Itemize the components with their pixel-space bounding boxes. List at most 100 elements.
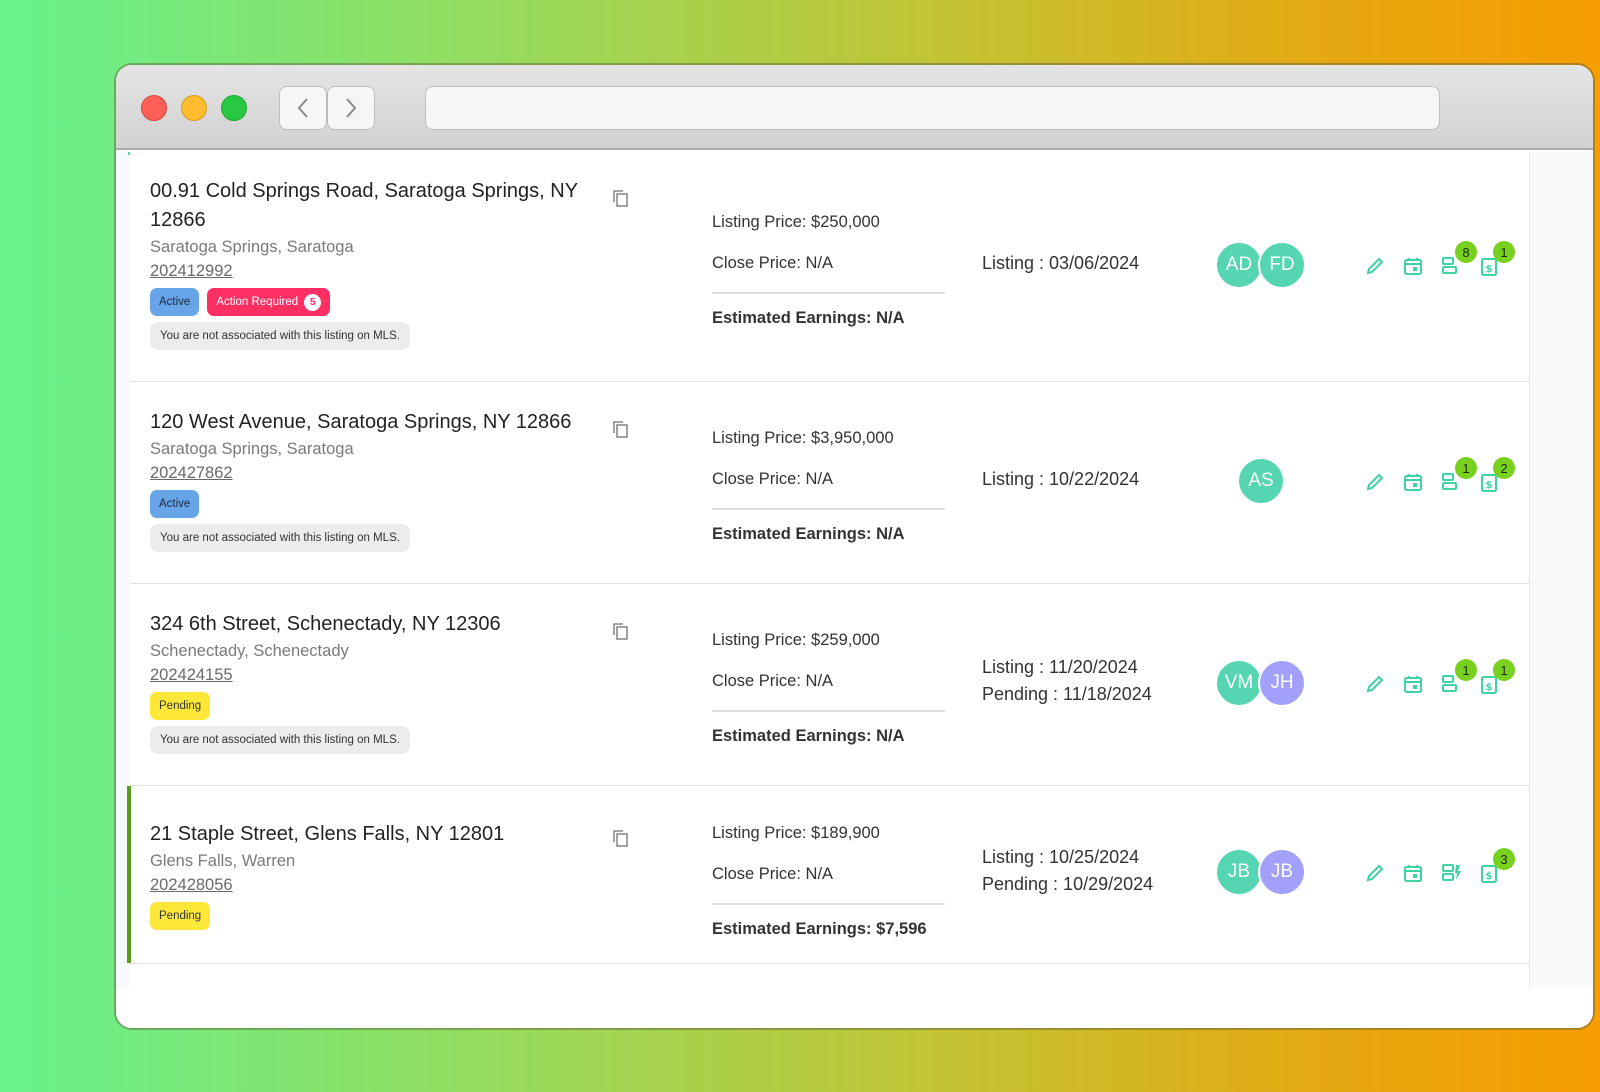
back-button[interactable]	[279, 86, 327, 130]
listing-address: 120 West Avenue, Saratoga Springs, NY 12…	[150, 411, 572, 433]
listing-locality: Glens Falls, Warren	[150, 852, 296, 870]
mls-number-link[interactable]: 202412992	[150, 259, 233, 283]
avatar[interactable]: VM	[1215, 659, 1263, 707]
copy-address-button[interactable]	[610, 187, 632, 209]
action-required-badge[interactable]: Action Required 5	[207, 288, 331, 316]
avatar[interactable]: JB	[1258, 848, 1306, 896]
estimated-earnings: Estimated Earnings: $7,596	[712, 919, 927, 938]
mls-number-link[interactable]: 202427862	[150, 461, 233, 485]
tasks-button[interactable]: 1	[1440, 659, 1477, 695]
listing-address: 21 Staple Street, Glens Falls, NY 12801	[150, 823, 505, 845]
listing-price: Listing Price: $3,950,000	[712, 429, 894, 447]
agent-avatars: VM JH	[1215, 659, 1306, 707]
listing-row-selected: 21 Staple Street, Glens Falls, NY 12801 …	[127, 786, 1530, 964]
title-bar	[116, 65, 1593, 150]
close-window-button[interactable]	[141, 95, 167, 121]
listing-price: Listing Price: $189,900	[712, 824, 880, 842]
agent-avatars: AD FD	[1215, 241, 1306, 289]
listing-row: 324 6th Street, Schenectady, NY 12306 Sc…	[130, 584, 1530, 786]
divider	[712, 710, 945, 712]
status-badge: Pending	[150, 692, 211, 720]
pending-date: Pending : 10/29/2024	[982, 874, 1154, 894]
svg-text:$: $	[1486, 682, 1493, 693]
close-price: Close Price: N/A	[712, 672, 834, 690]
listing-row: 00.91 Cold Springs Road, Saratoga Spring…	[130, 152, 1530, 382]
documents-count-badge: 1	[1493, 241, 1515, 263]
tasks-button[interactable]: 8	[1440, 241, 1477, 277]
tasks-count-badge: 1	[1455, 457, 1477, 479]
listing-locality: Saratoga Springs, Saratoga	[150, 238, 354, 256]
listing-date: Listing : 03/06/2024	[982, 253, 1140, 273]
estimated-earnings: Estimated Earnings: N/A	[712, 308, 905, 327]
svg-text:$: $	[1486, 871, 1493, 882]
copy-icon	[613, 421, 628, 438]
copy-address-button[interactable]	[610, 418, 632, 440]
tasks-button[interactable]: 1	[1440, 457, 1477, 493]
listing-price: Listing Price: $259,000	[712, 631, 880, 649]
page-content: 00.91 Cold Springs Road, Saratoga Spring…	[116, 152, 1593, 1028]
close-price: Close Price: N/A	[712, 254, 834, 272]
calendar-icon	[1404, 258, 1422, 275]
divider	[712, 508, 945, 510]
svg-text:$: $	[1486, 480, 1493, 491]
calendar-button[interactable]	[1402, 255, 1424, 277]
tasks-count-badge: 1	[1455, 659, 1477, 681]
documents-button[interactable]: $ 1	[1478, 241, 1515, 277]
estimated-earnings: Estimated Earnings: N/A	[712, 726, 905, 745]
svg-text:$: $	[1486, 264, 1493, 275]
calendar-icon	[1404, 474, 1422, 491]
maximize-window-button[interactable]	[221, 95, 247, 121]
copy-address-button[interactable]	[610, 827, 632, 849]
chevron-right-icon	[346, 98, 357, 118]
status-badge: Active	[150, 288, 200, 316]
listing-date: Listing : 10/25/2024	[982, 847, 1140, 867]
avatar[interactable]: FD	[1258, 241, 1306, 289]
mls-association-note: You are not associated with this listing…	[150, 322, 410, 350]
browser-window: 00.91 Cold Springs Road, Saratoga Spring…	[116, 65, 1593, 1028]
documents-button[interactable]: $ 3	[1478, 848, 1515, 884]
agent-avatars: JB JB	[1215, 848, 1306, 896]
edit-button[interactable]	[1364, 471, 1386, 493]
documents-button[interactable]: $ 2	[1478, 457, 1515, 493]
edit-button[interactable]	[1364, 673, 1386, 695]
divider	[712, 903, 945, 905]
mls-number-link[interactable]: 202428056	[150, 873, 233, 897]
avatar[interactable]: AS	[1237, 457, 1285, 505]
scrollbar-track[interactable]	[1531, 152, 1593, 987]
tasks-flash-icon	[1442, 864, 1461, 881]
avatar[interactable]: JH	[1258, 659, 1306, 707]
action-required-count: 5	[304, 293, 322, 311]
documents-count-badge: 3	[1493, 848, 1515, 870]
listing-locality: Schenectady, Schenectady	[150, 642, 349, 660]
listing-date: Listing : 11/20/2024	[982, 657, 1138, 677]
calendar-button[interactable]	[1402, 862, 1424, 884]
calendar-button[interactable]	[1402, 471, 1424, 493]
divider	[712, 292, 945, 294]
listings-list: 00.91 Cold Springs Road, Saratoga Spring…	[127, 152, 1530, 987]
copy-icon	[613, 190, 628, 207]
status-badge: Pending	[150, 902, 211, 930]
calendar-button[interactable]	[1402, 673, 1424, 695]
address-bar[interactable]	[425, 86, 1440, 130]
copy-address-button[interactable]	[610, 620, 632, 642]
pending-date: Pending : 11/18/2024	[982, 684, 1152, 704]
close-price: Close Price: N/A	[712, 865, 834, 883]
documents-count-badge: 1	[1493, 659, 1515, 681]
documents-button[interactable]: $ 1	[1478, 659, 1515, 695]
edit-pencil-icon	[1366, 257, 1384, 275]
edit-pencil-icon	[1366, 675, 1384, 693]
avatar[interactable]: AD	[1215, 241, 1263, 289]
mls-number-link[interactable]: 202424155	[150, 663, 233, 687]
agent-avatars: AS	[1237, 457, 1285, 505]
edit-button[interactable]	[1364, 255, 1386, 277]
documents-count-badge: 2	[1493, 457, 1515, 479]
copy-icon	[613, 623, 628, 640]
tasks-button[interactable]	[1440, 862, 1462, 884]
edit-button[interactable]	[1364, 862, 1386, 884]
minimize-window-button[interactable]	[181, 95, 207, 121]
forward-button[interactable]	[327, 86, 375, 130]
calendar-icon	[1404, 865, 1422, 882]
edit-pencil-icon	[1366, 864, 1384, 882]
avatar[interactable]: JB	[1215, 848, 1263, 896]
listing-address: 324 6th Street, Schenectady, NY 12306	[150, 613, 501, 635]
